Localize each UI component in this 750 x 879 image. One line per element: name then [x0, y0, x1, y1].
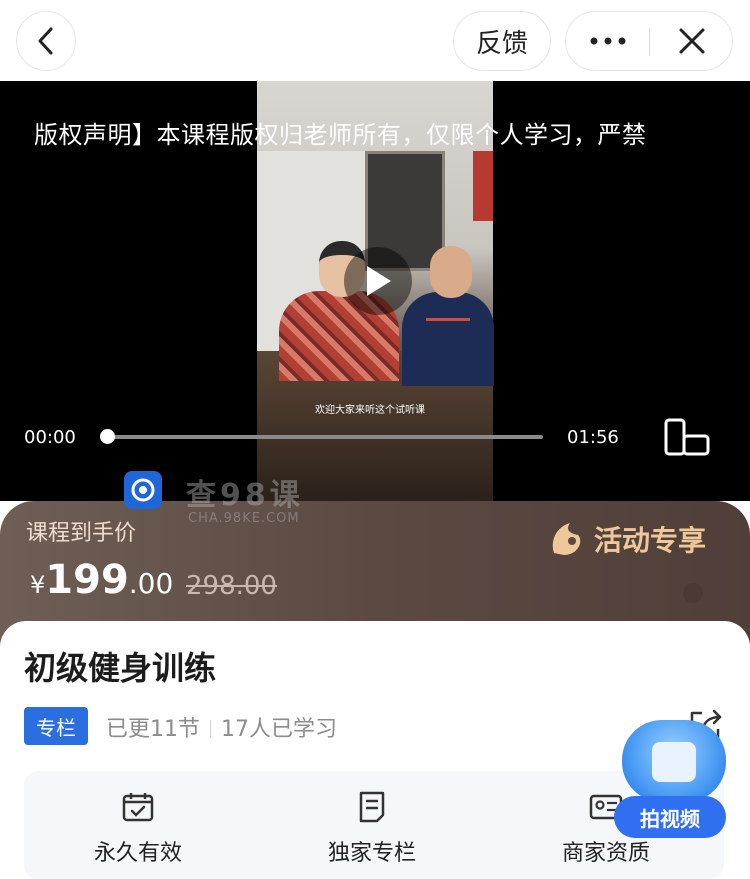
feedback-button[interactable]: 反馈	[453, 11, 551, 71]
close-button[interactable]	[650, 12, 734, 70]
watermark-logo	[124, 471, 162, 509]
more-dots-icon	[590, 37, 625, 45]
progress-knob[interactable]	[100, 429, 115, 444]
top-bar: 反馈	[0, 0, 750, 81]
video-picture	[473, 151, 493, 221]
price-label: 课程到手价	[26, 521, 137, 546]
page: 反馈 欢迎大家来听这个试听课 版权声明】本课程版权归老师所有，仅限个人学习，严禁…	[0, 0, 750, 879]
mini-program-capsule	[565, 11, 733, 71]
learner-count: 17人已学习	[221, 717, 337, 742]
meta-divider	[210, 720, 211, 738]
more-button[interactable]	[566, 12, 649, 70]
currency-symbol: ¥	[30, 571, 46, 599]
activity-badge: 活动专享	[548, 519, 706, 559]
feature-item[interactable]: 永久有效	[38, 791, 238, 867]
document-icon	[355, 791, 389, 823]
feedback-label: 反馈	[475, 28, 528, 59]
watermark-text: 查98课	[186, 478, 304, 513]
shirt-logo	[426, 318, 470, 336]
feature-label: 独家专栏	[327, 841, 416, 866]
course-meta: 已更11节 17人已学习	[106, 711, 337, 743]
price-decimal: .00	[128, 567, 174, 600]
feature-label: 商家资质	[561, 841, 650, 866]
shoot-video-badge[interactable]: 拍视频	[614, 716, 730, 838]
play-icon	[367, 266, 391, 296]
shopping-bag-icon	[622, 720, 726, 802]
decorative-dot	[683, 583, 703, 603]
watermark-logo-icon	[131, 478, 155, 502]
dolphin-icon	[552, 523, 581, 555]
progress-bar[interactable]	[106, 435, 543, 439]
rotate-screen-icon	[664, 418, 710, 456]
rotate-screen-button[interactable]	[664, 418, 710, 456]
copyright-marquee: 版权声明】本课程版权归老师所有，仅限个人学习，严禁	[34, 121, 647, 149]
calendar-check-icon	[121, 791, 155, 823]
updated-count: 已更11节	[106, 717, 200, 742]
video-caption: 欢迎大家来听这个试听课	[315, 405, 425, 416]
current-time: 00:00	[24, 427, 76, 448]
person-right-body	[402, 292, 494, 386]
feature-item[interactable]: 独家专栏	[272, 791, 472, 867]
person-right-head	[430, 246, 472, 298]
video-player[interactable]: 欢迎大家来听这个试听课 版权声明】本课程版权归老师所有，仅限个人学习，严禁 00…	[0, 81, 750, 501]
shoot-video-label: 拍视频	[614, 796, 726, 838]
play-button[interactable]	[344, 247, 412, 315]
price-current: ¥199.00	[30, 557, 173, 603]
course-tag: 专栏	[24, 707, 88, 745]
price-original: 298.00	[186, 571, 277, 601]
total-time: 01:56	[567, 427, 619, 448]
bag-inner	[652, 742, 696, 782]
activity-label: 活动专享	[594, 524, 707, 557]
back-button[interactable]	[16, 11, 76, 71]
video-person-right	[402, 246, 494, 386]
watermark-subtext: CHA.98KE.COM	[188, 511, 300, 526]
chevron-left-icon	[38, 27, 53, 55]
feature-label: 永久有效	[93, 841, 182, 866]
price-integer: 199	[45, 557, 129, 603]
course-title: 初级健身训练	[24, 649, 217, 687]
close-icon	[679, 28, 705, 54]
